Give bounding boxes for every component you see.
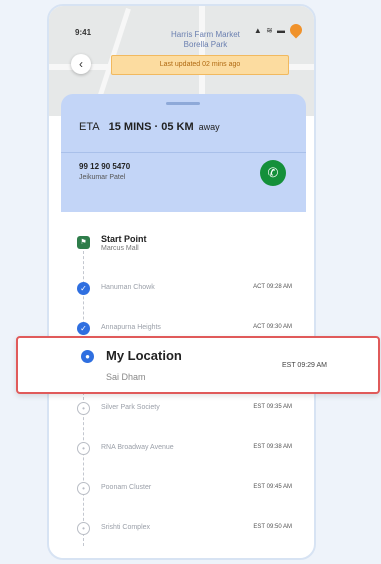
stop-time: ACT 09:30 AM [253,324,292,330]
map-place-label: Harris Farm Market Borella Park [171,30,240,49]
route-stop[interactable]: • Srishti Complex EST 09:50 AM [61,516,306,540]
phone-frame: 9:41 ▲ ≋ ▬ Harris Farm Market Borella Pa… [47,4,316,560]
pending-dot-icon: • [77,482,90,495]
back-button[interactable]: ‹ [71,54,91,74]
chevron-left-icon: ‹ [79,57,83,71]
stop-name: Poonam Cluster [101,484,152,491]
stop-time: ACT 09:28 AM [253,284,292,290]
stop-name: Hanuman Chowk [101,284,155,291]
stop-time: EST 09:35 AM [253,404,292,410]
stop-time: EST 09:50 AM [253,524,292,530]
current-stop-sub: Sai Dham [106,372,146,382]
route-stop[interactable]: • Silver Park Society EST 09:35 AM [61,396,306,420]
pending-dot-icon: • [77,442,90,455]
flag-icon: ⚑ [77,236,90,249]
stop-time: EST 09:45 AM [253,484,292,490]
stop-name: RNA Broadway Avenue [101,444,174,451]
route-stop[interactable]: • Poonam Cluster EST 09:45 AM [61,476,306,500]
call-button[interactable]: ✆ [260,160,286,186]
route-stop[interactable]: • RNA Broadway Avenue EST 09:38 AM [61,436,306,460]
driver-name: Jeikumar Patel [79,174,126,181]
eta-card: ETA 15 MINS · 05 KM away 99 12 90 5470 J… [61,94,306,212]
pending-dot-icon: • [77,402,90,415]
last-updated-banner: Last updated 02 mins ago [111,55,289,75]
pending-dot-icon: • [77,522,90,535]
eta-value: 15 MINS · 05 KM [108,121,194,133]
eta-suffix: away [198,122,220,132]
eta-label: ETA [79,121,100,133]
phone-icon: ✆ [267,165,279,180]
current-stop-time: EST 09:29 AM [282,362,328,369]
stop-time: EST 09:38 AM [253,444,292,450]
driver-phone: 99 12 90 5470 [79,162,131,171]
stop-name: Silver Park Society [101,404,160,411]
status-icons: ▲ ≋ ▬ [253,26,286,35]
eta-summary: ETA 15 MINS · 05 KM away [79,121,220,133]
status-time: 9:41 [75,28,92,37]
start-point-label: Start Point [101,234,147,244]
stop-name: Srishti Complex [101,524,151,531]
check-icon: ✓ [77,282,90,295]
start-point-sub: Marcus Mall [101,245,139,252]
start-point[interactable]: ⚑ Start Point Marcus Mall [61,230,306,254]
current-location-stop[interactable]: ● My Location Sai Dham EST 09:29 AM [16,336,380,394]
divider [61,152,306,153]
current-stop-name: My Location [106,348,182,363]
stop-name: Annapurna Heights [101,324,161,331]
location-dot-icon: ● [81,350,94,363]
drag-handle[interactable] [166,102,200,105]
map-pin-icon [287,21,305,39]
check-icon: ✓ [77,322,90,335]
route-stop[interactable]: ✓ Hanuman Chowk ACT 09:28 AM [61,276,306,300]
